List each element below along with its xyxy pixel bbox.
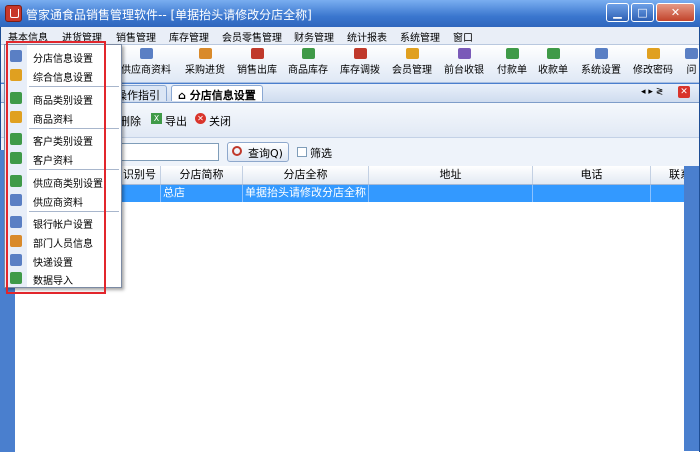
tool-label: 付款单 [497,65,527,76]
maximize-button[interactable]: □ [631,3,654,22]
menu-sales[interactable]: 销售管理 [116,29,156,44]
tool-label: 库存调拨 [340,65,380,76]
tool-label: 供应商资料 [121,65,171,76]
filter-label: 筛选 [310,147,332,160]
tool-member[interactable]: 会员管理 [392,48,432,76]
truck-icon [198,48,212,59]
cart-icon [250,48,264,59]
tool-receipt[interactable]: 收款单 [538,48,568,76]
member-icon [405,48,419,59]
tool-label: 系统设置 [581,65,621,76]
cell-full-name: 单据抬头请修改分店全称 [243,185,369,202]
delete-button[interactable]: 删除 [119,113,141,129]
tool-supplier[interactable]: 供应商资料 [121,48,171,76]
title-bar[interactable]: 管家通食品销售管理软件-- [单据抬头请修改分店全称] ▁ □ ✕ [0,0,700,27]
tool-label: 问 [686,65,697,76]
tool-label: 前台收银 [444,65,484,76]
receipt-icon [546,48,560,59]
menu-reports[interactable]: 统计报表 [347,29,387,44]
tool-pos[interactable]: 前台收银 [444,48,484,76]
key-icon [646,48,660,59]
tool-settings[interactable]: 系统设置 [581,48,621,76]
tab-scroll-arrows[interactable]: ◂ ▸ ≷ [641,87,663,97]
tool-help[interactable]: 问 [685,48,698,76]
payment-icon [505,48,519,59]
excel-icon: X [151,113,162,124]
cell-short-name: 总店 [161,185,243,202]
column-header[interactable]: 地址 [369,166,533,184]
tool-label: 会员管理 [392,65,432,76]
tab-branch-settings[interactable]: ⌂ 分店信息设置 [171,85,263,102]
close-window-button[interactable]: ✕ [656,3,695,22]
tool-transfer[interactable]: 库存调拨 [340,48,380,76]
help-icon [685,48,698,59]
pos-icon [457,48,471,59]
tool-label: 收款单 [538,65,568,76]
annotation-highlight-box [6,41,106,294]
query-label: 查询Q) [248,147,283,160]
tool-password[interactable]: 修改密码 [633,48,673,76]
transfer-icon [353,48,367,59]
gear-icon [594,48,608,59]
menu-finance[interactable]: 财务管理 [294,29,334,44]
menu-system[interactable]: 系统管理 [400,29,440,44]
close-button[interactable]: 关闭 [209,113,231,129]
close-icon: ✕ [195,113,206,124]
cell-phone [533,185,651,202]
tool-stock[interactable]: 商品库存 [288,48,328,76]
search-icon [232,146,242,156]
home-icon: ⌂ [178,89,190,102]
column-header[interactable]: 分店全称 [243,166,369,184]
tool-label: 采购进货 [185,65,225,76]
app-icon [5,5,22,22]
window-title: 管家通食品销售管理软件-- [单据抬头请修改分店全称] [26,8,312,22]
tab-label: 分店信息设置 [189,89,256,102]
column-header[interactable]: 电话 [533,166,651,184]
tab-close-icon[interactable]: ✕ [678,86,690,98]
menu-inventory[interactable]: 库存管理 [169,29,209,44]
tool-label: 销售出库 [237,65,277,76]
vertical-scrollbar[interactable] [684,166,699,451]
menu-member-retail[interactable]: 会员零售管理 [222,29,282,44]
tool-label: 修改密码 [633,65,673,76]
tool-label: 商品库存 [288,65,328,76]
tool-sales-out[interactable]: 销售出库 [237,48,277,76]
menu-window[interactable]: 窗口 [453,29,473,44]
minimize-button[interactable]: ▁ [606,3,629,22]
tool-purchase-in[interactable]: 采购进货 [185,48,225,76]
tool-payment[interactable]: 付款单 [497,48,527,76]
query-button[interactable]: 查询Q) [227,142,289,162]
stock-icon [301,48,315,59]
column-header[interactable]: 分店简称 [161,166,243,184]
filter-checkbox[interactable] [297,147,307,157]
export-button[interactable]: 导出 [165,113,187,129]
supplier-icon [139,48,153,59]
cell-address [369,185,533,202]
